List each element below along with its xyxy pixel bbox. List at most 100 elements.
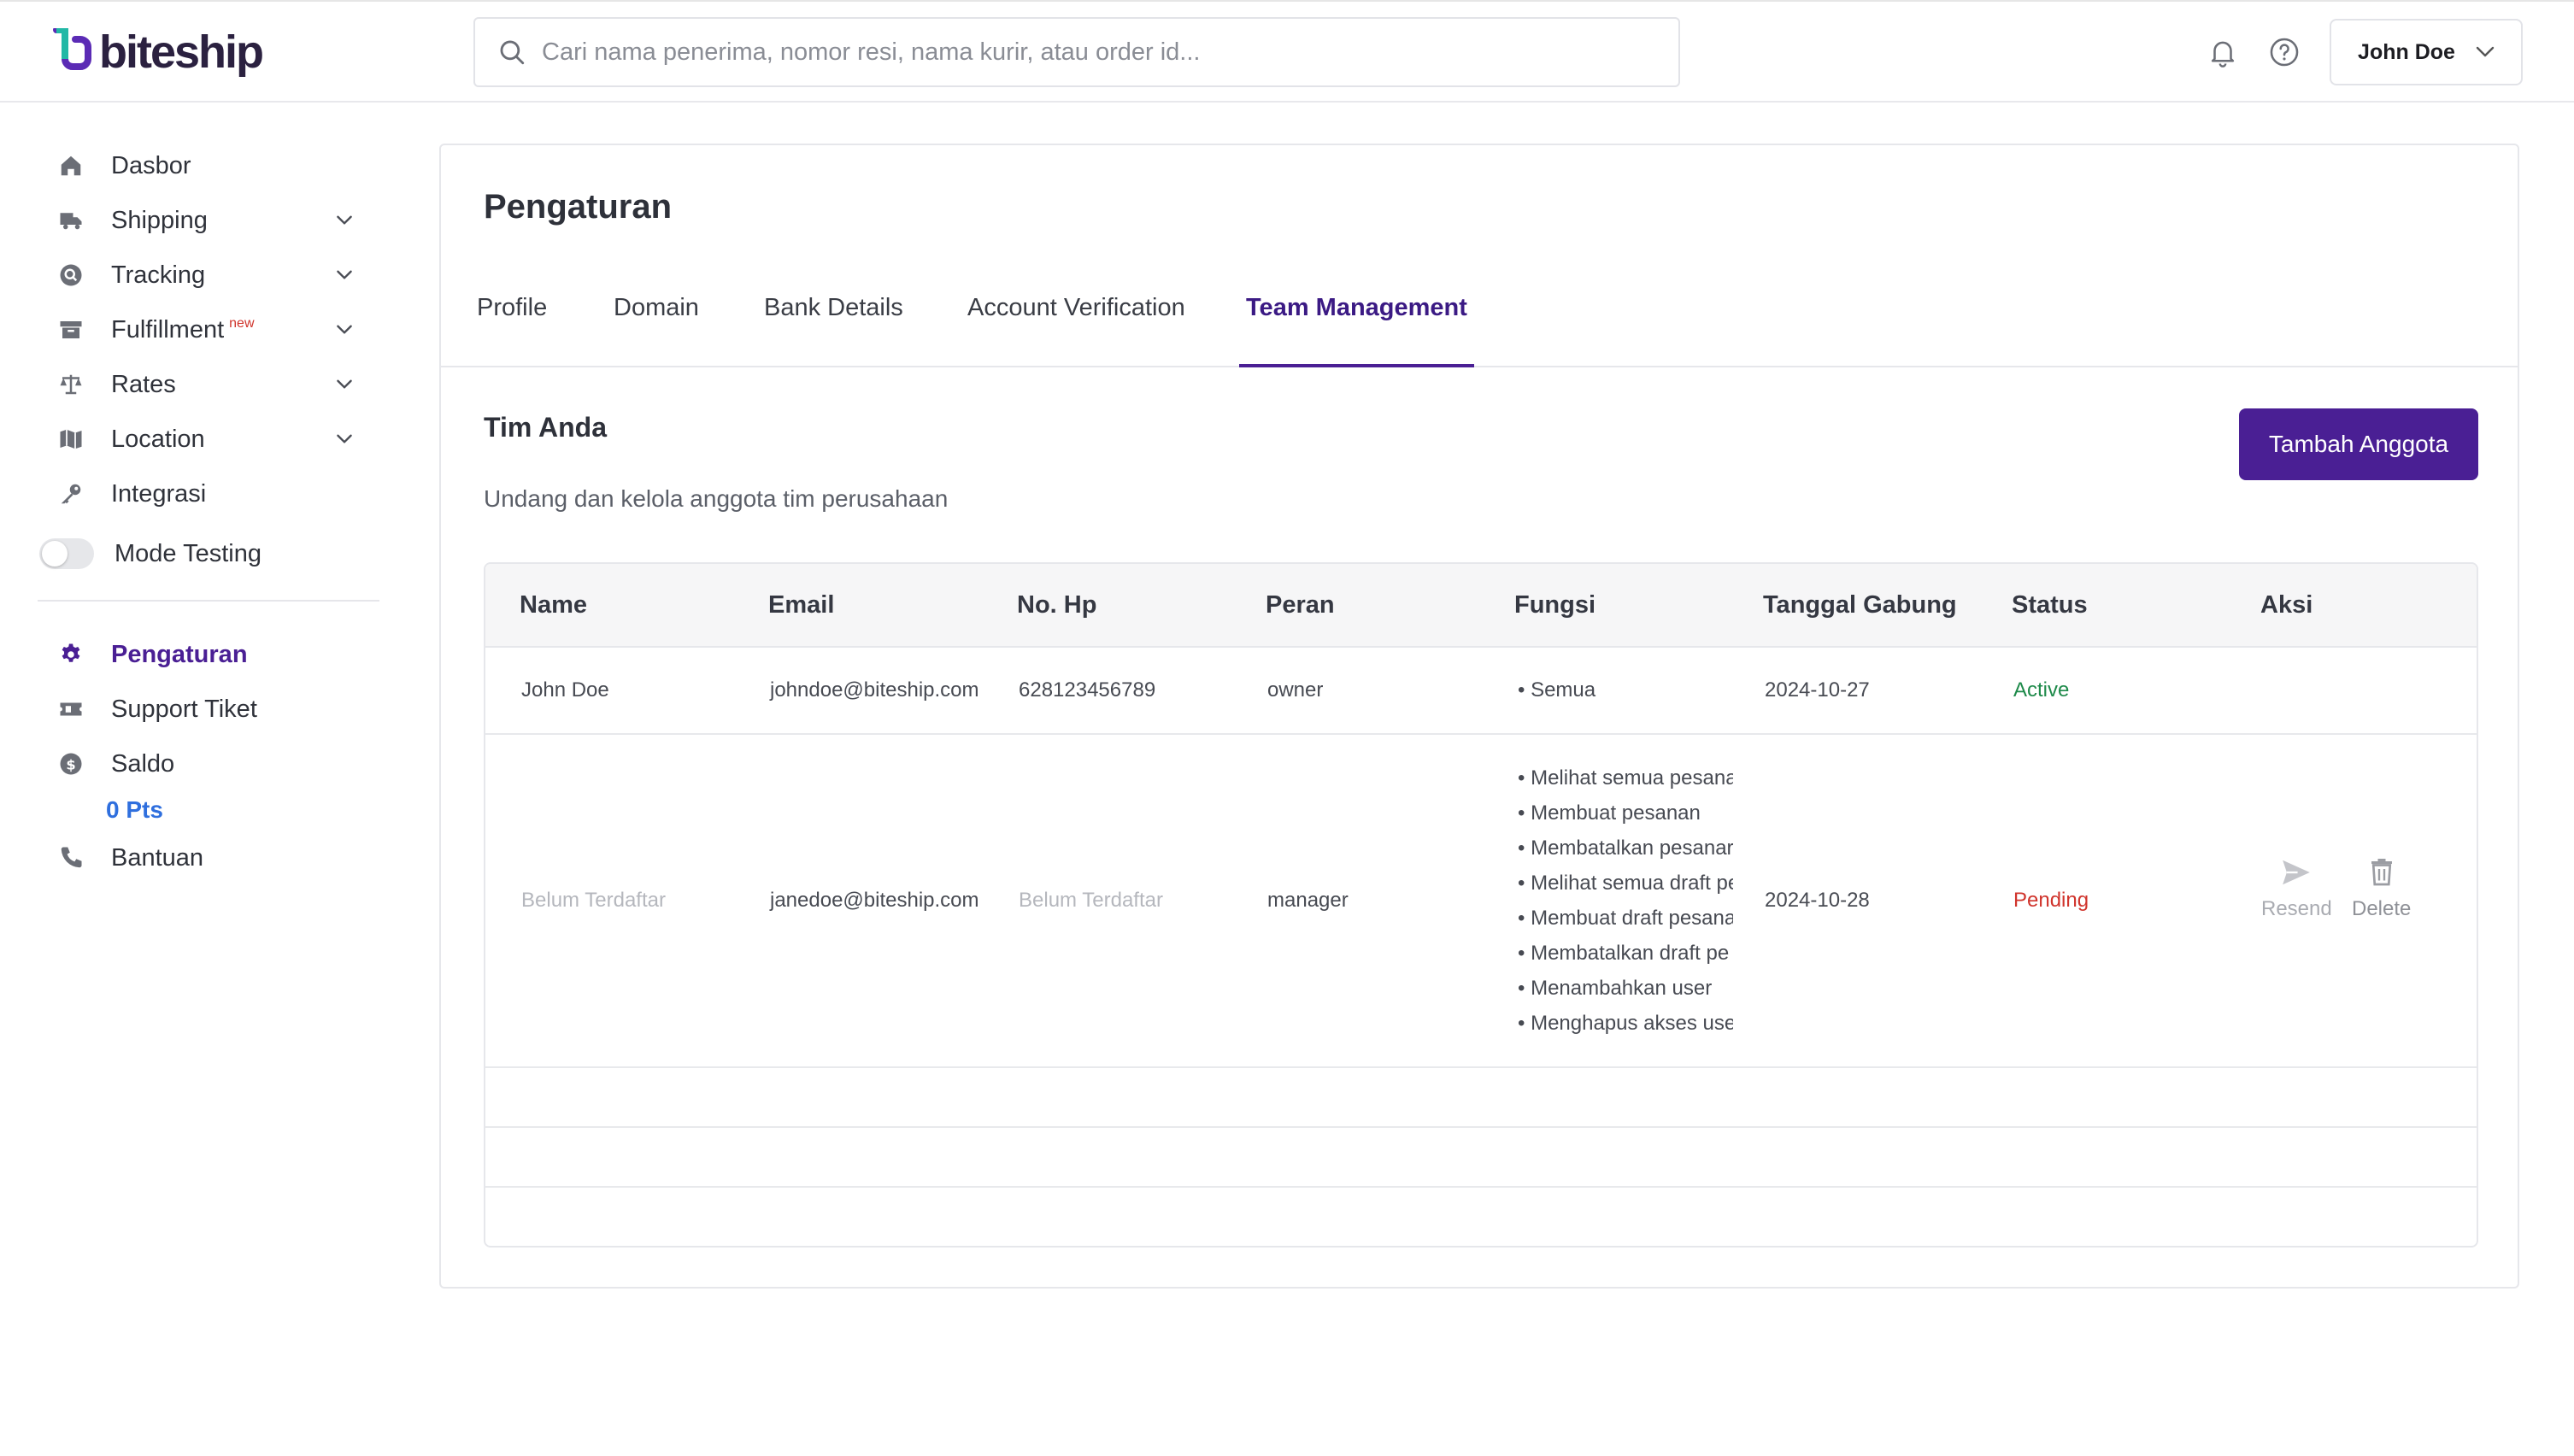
column-header-function: Fungsi <box>1514 591 1596 619</box>
table-header: Name Email No. Hp Peran Fungsi Tanggal G… <box>485 564 2477 648</box>
svg-text:$: $ <box>66 756 75 772</box>
resend-button[interactable]: Resend <box>2261 856 2332 921</box>
settings-card: Pengaturan Profile Domain Bank Details A… <box>439 144 2519 1289</box>
sidebar-item-label: Dasbor <box>111 151 191 179</box>
sidebar-divider <box>38 600 379 602</box>
member-role: owner <box>1267 678 1324 702</box>
column-header-status: Status <box>2012 591 2088 619</box>
chevron-down-icon <box>337 434 352 443</box>
member-email: johndoe@biteship.com <box>770 678 979 702</box>
chevron-down-icon <box>2476 46 2495 57</box>
member-phone: 628123456789 <box>1019 678 1156 702</box>
member-function-list: • Melihat semua pesana • Membuat pesanan… <box>1518 760 1733 1041</box>
help-icon[interactable] <box>2268 36 2301 68</box>
sidebar-item-fulfillment[interactable]: Fulfillment new <box>38 304 379 355</box>
page-title: Pengaturan <box>484 188 673 226</box>
sidebar-item-label: Fulfillment new <box>111 315 255 343</box>
global-search[interactable] <box>473 17 1680 87</box>
user-menu-button[interactable]: John Doe <box>2330 19 2523 85</box>
tab-bank-details[interactable]: Bank Details <box>764 282 903 367</box>
brand-logo[interactable]: biteship <box>53 27 264 77</box>
empty-table-row <box>485 1068 2477 1128</box>
member-name: Belum Terdaftar <box>521 889 666 912</box>
sidebar-item-shipping[interactable]: Shipping <box>38 195 379 246</box>
new-badge: new <box>229 315 255 331</box>
coin-icon: $ <box>56 749 85 778</box>
member-name: John Doe <box>521 678 609 702</box>
sidebar-item-label: Tracking <box>111 261 206 289</box>
key-icon <box>56 479 85 508</box>
function-item: • Membatalkan draft pe <box>1518 942 1730 965</box>
saldo-points: 0 Pts <box>106 796 163 823</box>
sidebar-item-label: Location <box>111 425 205 453</box>
function-item: • Melihat semua pesana <box>1518 766 1733 790</box>
sidebar-item-label: Bantuan <box>111 843 204 872</box>
top-header: biteship John Doe <box>0 0 2574 103</box>
column-header-name: Name <box>520 591 587 619</box>
trash-icon <box>2371 859 2392 886</box>
function-item: • Membuat draft pesana <box>1518 907 1733 930</box>
sidebar-item-label: Support Tiket <box>111 695 257 723</box>
member-join-date: 2024-10-27 <box>1765 678 1870 702</box>
section-subtitle: Undang dan kelola anggota tim perusahaan <box>484 485 949 512</box>
table-row: John Doe johndoe@biteship.com 6281234567… <box>485 648 2477 735</box>
function-item: • Membuat pesanan <box>1518 801 1701 825</box>
scale-icon <box>56 370 85 399</box>
home-icon <box>56 151 85 180</box>
tab-account-verification[interactable]: Account Verification <box>967 282 1185 367</box>
mode-testing-toggle-row[interactable]: Mode Testing <box>38 528 379 579</box>
function-item: • Melihat semua draft pe <box>1518 872 1733 895</box>
map-icon <box>56 425 85 454</box>
sidebar-item-pengaturan[interactable]: Pengaturan <box>38 629 379 680</box>
chevron-down-icon <box>337 325 352 334</box>
sidebar-item-label: Pengaturan <box>111 640 248 668</box>
team-table: Name Email No. Hp Peran Fungsi Tanggal G… <box>484 562 2478 1248</box>
sidebar-item-integrasi[interactable]: Integrasi <box>38 468 379 520</box>
mode-testing-toggle[interactable] <box>39 538 94 569</box>
resend-label: Resend <box>2261 897 2332 920</box>
table-row: Belum Terdaftar janedoe@biteship.com Bel… <box>485 735 2477 1068</box>
sidebar-item-label: Shipping <box>111 206 208 234</box>
archive-icon <box>56 315 85 344</box>
sidebar-item-label: Rates <box>111 370 176 398</box>
tab-team-management[interactable]: Team Management <box>1239 282 1474 367</box>
sidebar-item-location[interactable]: Location <box>38 414 379 465</box>
sidebar-item-label: Integrasi <box>111 479 207 508</box>
tracking-icon <box>56 261 85 290</box>
biteship-logo-icon <box>53 28 91 70</box>
column-header-role: Peran <box>1266 591 1335 619</box>
delete-button[interactable]: Delete <box>2352 854 2411 921</box>
sidebar-item-dasbor[interactable]: Dasbor <box>38 140 379 191</box>
column-header-action: Aksi <box>2260 591 2313 619</box>
sidebar-item-tracking[interactable]: Tracking <box>38 250 379 301</box>
add-member-button[interactable]: Tambah Anggota <box>2239 408 2478 480</box>
toggle-knob <box>42 541 68 567</box>
send-icon <box>2283 860 2311 885</box>
chevron-down-icon <box>337 270 352 279</box>
tab-domain[interactable]: Domain <box>614 282 699 367</box>
column-header-phone: No. Hp <box>1017 591 1097 619</box>
function-item: • Menambahkan user <box>1518 977 1713 1000</box>
mode-testing-label: Mode Testing <box>115 539 262 567</box>
sidebar-item-rates[interactable]: Rates <box>38 359 379 410</box>
phone-icon <box>56 843 85 872</box>
chevron-down-icon <box>337 379 352 389</box>
gear-icon <box>56 640 85 669</box>
member-phone: Belum Terdaftar <box>1019 889 1163 912</box>
search-input[interactable] <box>542 38 1653 67</box>
tab-profile[interactable]: Profile <box>477 282 547 367</box>
function-item: • Menghapus akses use <box>1518 1012 1733 1035</box>
sidebar-item-bantuan[interactable]: Bantuan <box>38 832 379 884</box>
truck-icon <box>56 206 85 235</box>
function-item: • Membatalkan pesanar <box>1518 837 1733 860</box>
sidebar-item-label: Saldo <box>111 749 175 778</box>
member-email: janedoe@biteship.com <box>770 889 979 912</box>
search-icon <box>500 40 525 65</box>
column-header-join-date: Tanggal Gabung <box>1763 591 1957 619</box>
sidebar-item-saldo[interactable]: $ Saldo <box>38 738 379 790</box>
status-badge: Pending <box>2013 889 2089 912</box>
bell-icon[interactable] <box>2207 36 2239 68</box>
sidebar-item-support-tiket[interactable]: Support Tiket <box>38 684 379 735</box>
status-badge: Active <box>2013 678 2070 702</box>
delete-label: Delete <box>2352 897 2412 920</box>
